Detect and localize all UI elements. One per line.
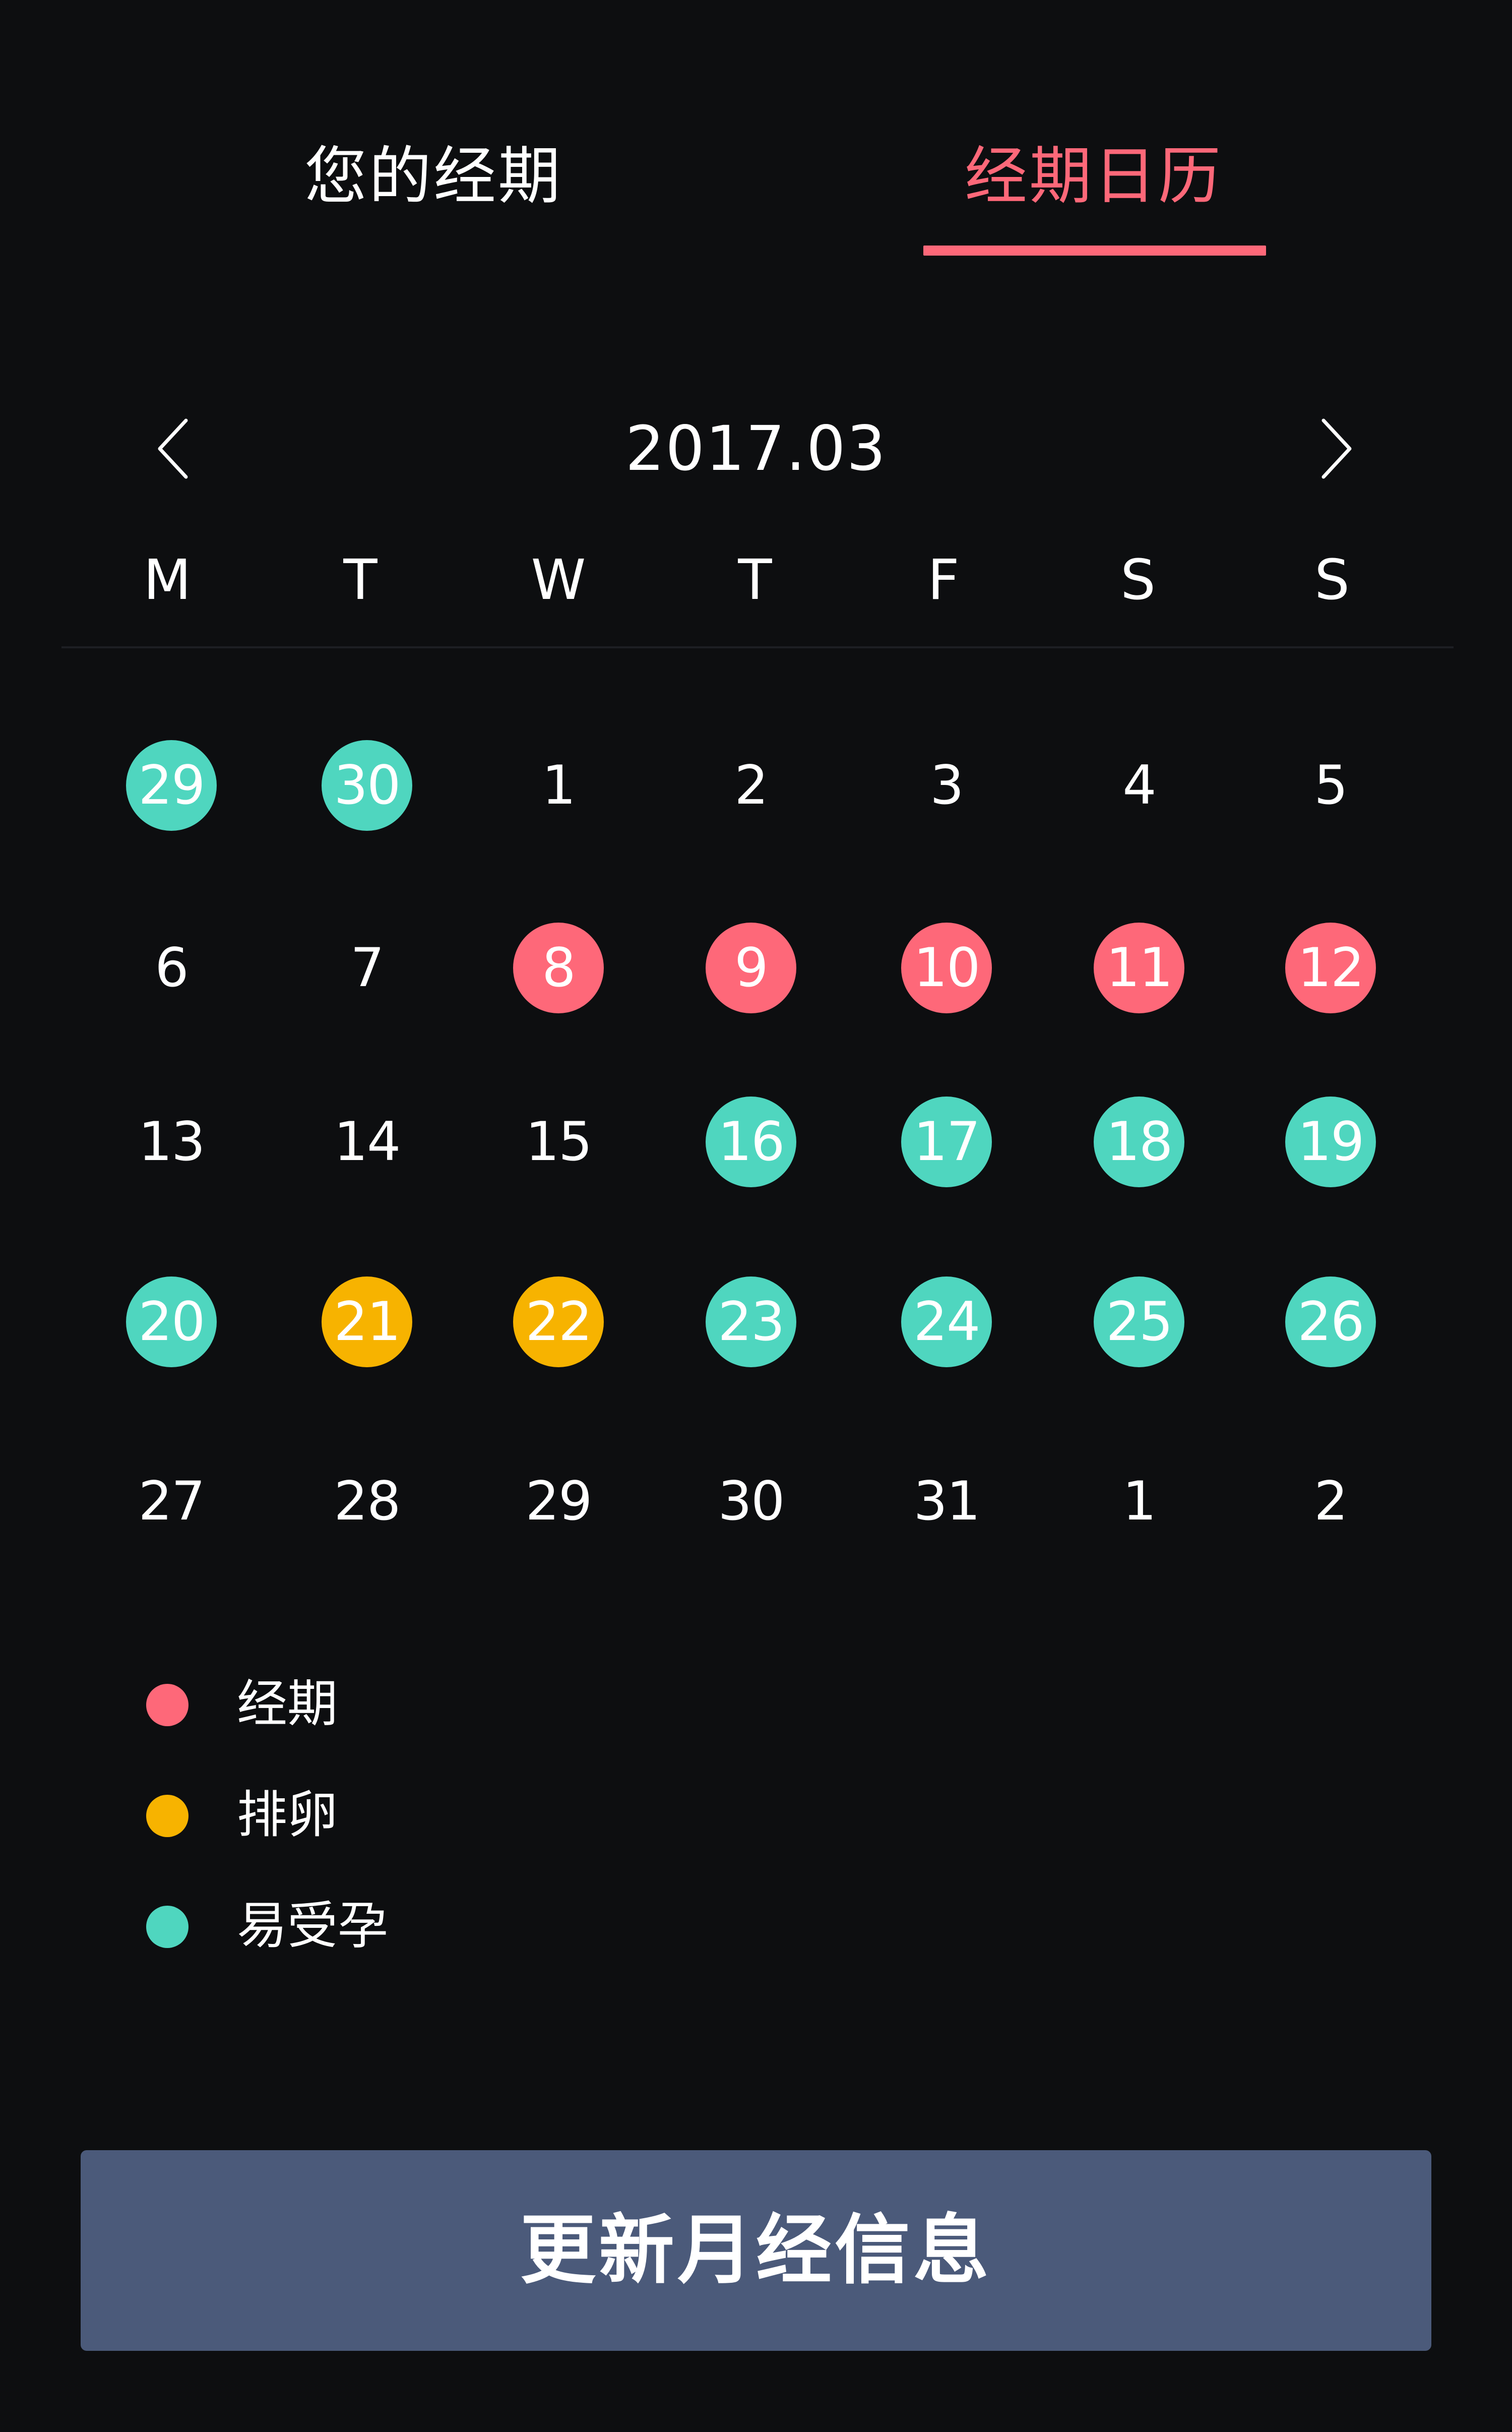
calendar-day[interactable]: 1 xyxy=(1094,1456,1184,1547)
calendar-day[interactable]: 20 xyxy=(126,1276,217,1367)
calendar-day[interactable]: 16 xyxy=(706,1097,796,1187)
calendar-day[interactable]: 28 xyxy=(322,1456,412,1547)
legend-label-ovulation: 排卵 xyxy=(237,1785,338,1844)
calendar-day[interactable]: 4 xyxy=(1094,740,1184,831)
calendar-day[interactable]: 1 xyxy=(513,740,604,831)
calendar-day[interactable]: 2 xyxy=(1285,1456,1376,1547)
calendar-day[interactable]: 8 xyxy=(513,923,604,1013)
calendar-day[interactable]: 5 xyxy=(1285,740,1376,831)
calendar-day[interactable]: 14 xyxy=(322,1097,412,1187)
calendar-day[interactable]: 2 xyxy=(706,740,796,831)
calendar-day[interactable]: 24 xyxy=(901,1276,992,1367)
legend-dot-period xyxy=(146,1684,188,1726)
calendar-day[interactable]: 30 xyxy=(706,1456,796,1547)
calendar-day[interactable]: 21 xyxy=(322,1276,412,1367)
calendar-day[interactable]: 18 xyxy=(1094,1097,1184,1187)
calendar-day[interactable]: 9 xyxy=(706,923,796,1013)
calendar-day[interactable]: 22 xyxy=(513,1276,604,1367)
calendar-day[interactable]: 3 xyxy=(901,740,992,831)
update-period-info-button[interactable]: 更新月经信息 xyxy=(81,2150,1431,2351)
calendar-day[interactable]: 7 xyxy=(322,923,412,1013)
calendar-day[interactable]: 23 xyxy=(706,1276,796,1367)
calendar-day[interactable]: 12 xyxy=(1285,923,1376,1013)
calendar-day[interactable]: 19 xyxy=(1285,1097,1376,1187)
legend-dot-fertile xyxy=(146,1906,188,1948)
calendar-day[interactable]: 17 xyxy=(901,1097,992,1187)
calendar-day[interactable]: 29 xyxy=(513,1456,604,1547)
legend: 经期 排卵 易受孕 xyxy=(0,1664,1512,2017)
calendar-day[interactable]: 13 xyxy=(126,1097,217,1187)
calendar-day[interactable]: 10 xyxy=(901,923,992,1013)
calendar-day[interactable]: 31 xyxy=(901,1456,992,1547)
legend-dot-ovulation xyxy=(146,1795,188,1837)
calendar-day[interactable]: 30 xyxy=(322,740,412,831)
calendar-grid: 29 30 1 2 3 4 5 6 7 8 9 10 11 12 13 14 15 16 17 18 19 20 21 22 2… xyxy=(0,0,1512,1613)
legend-label-fertile: 易受孕 xyxy=(237,1896,388,1955)
calendar-day[interactable]: 29 xyxy=(126,740,217,831)
calendar-day[interactable]: 25 xyxy=(1094,1276,1184,1367)
calendar-day[interactable]: 6 xyxy=(126,923,217,1013)
calendar-day[interactable]: 11 xyxy=(1094,923,1184,1013)
legend-label-period: 经期 xyxy=(237,1674,338,1733)
calendar-day[interactable]: 26 xyxy=(1285,1276,1376,1367)
calendar-day[interactable]: 15 xyxy=(513,1097,604,1187)
calendar-day[interactable]: 27 xyxy=(126,1456,217,1547)
